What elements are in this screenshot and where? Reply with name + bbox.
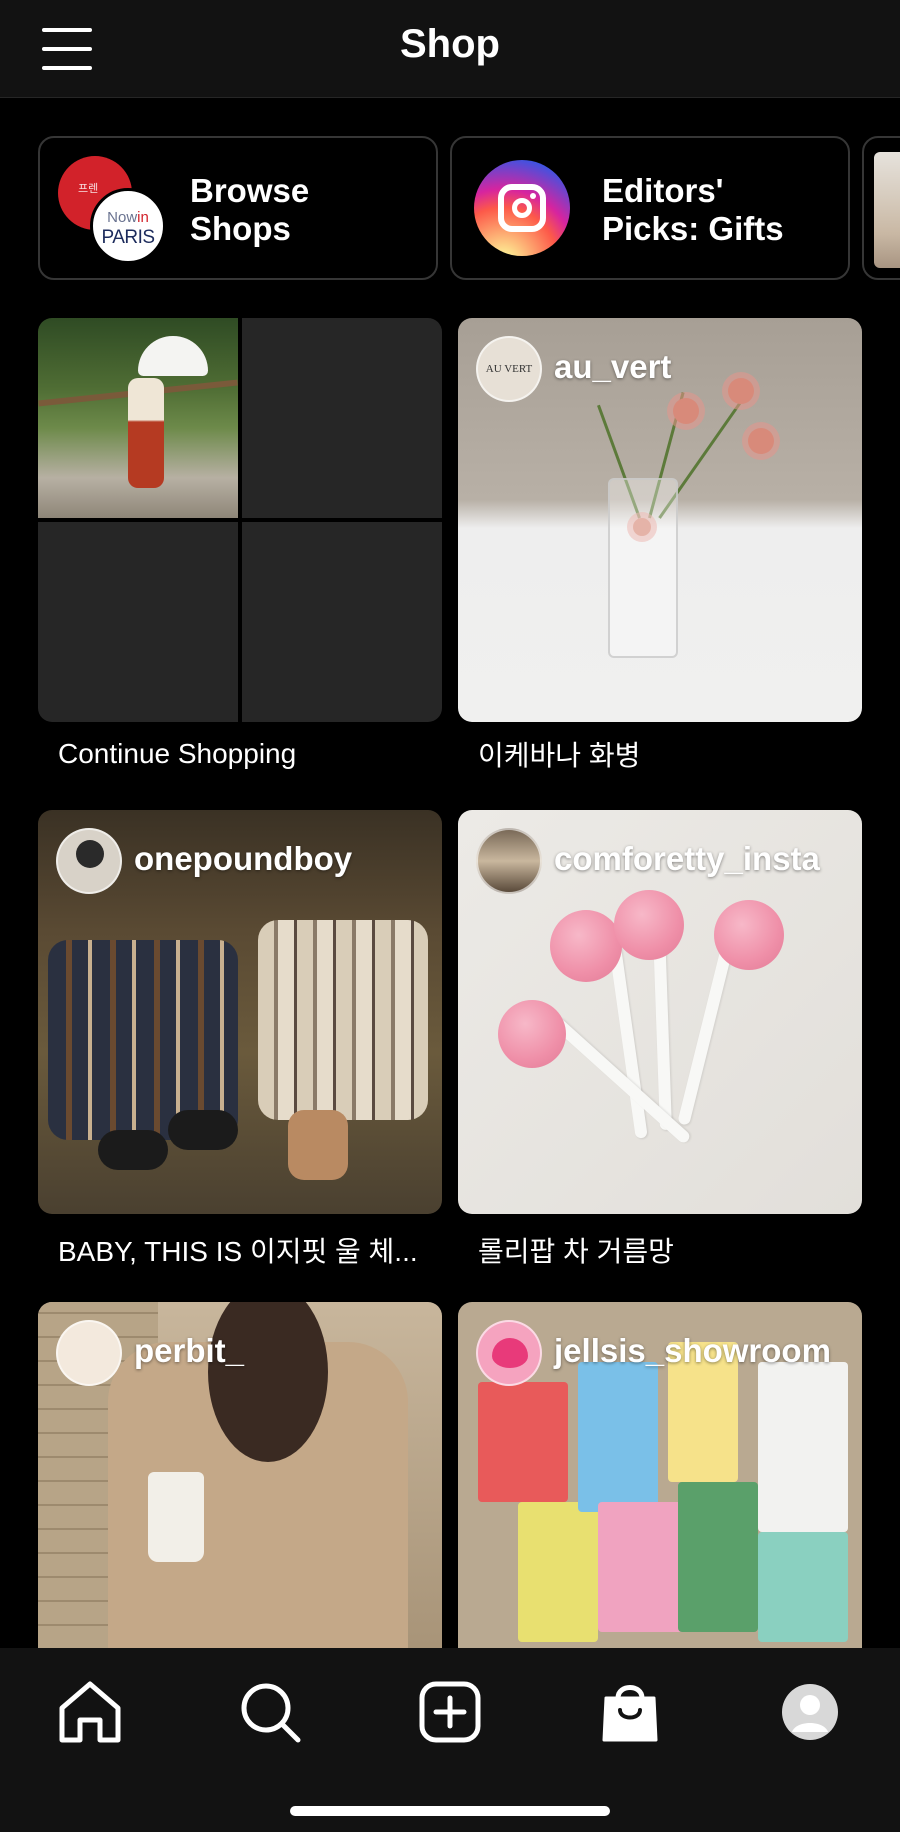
instagram-logo-icon: [474, 160, 570, 256]
perbit-avatar[interactable]: [56, 1320, 122, 1386]
product-tile-au-vert[interactable]: AU VERT au_vert: [458, 318, 862, 722]
page-title: Shop: [400, 22, 500, 66]
comforetty-username[interactable]: comforetty_insta: [554, 840, 820, 878]
onepoundboy-avatar[interactable]: [56, 828, 122, 894]
product-tile-onepoundboy[interactable]: onepoundboy: [38, 810, 442, 1214]
au-vert-avatar[interactable]: AU VERT: [476, 336, 542, 402]
jellsis-avatar[interactable]: [476, 1320, 542, 1386]
shop-card-thumbnail: [874, 152, 900, 268]
home-icon[interactable]: [50, 1672, 130, 1752]
browse-shops-card[interactable]: 프렌 Nowin PARIS Browse Shops: [38, 136, 438, 280]
editors-picks-label: Editors' Picks: Gifts: [602, 172, 784, 247]
editors-picks-card[interactable]: Editors' Picks: Gifts: [450, 136, 850, 280]
shop-cards-row: 프렌 Nowin PARIS Browse Shops Editors' Pic…: [38, 136, 900, 280]
home-indicator[interactable]: [290, 1806, 610, 1816]
comforetty-avatar[interactable]: [476, 828, 542, 894]
onepoundboy-username[interactable]: onepoundboy: [134, 840, 352, 878]
comforetty-caption[interactable]: 롤리팝 차 거름망: [478, 1230, 674, 1270]
shop-icon[interactable]: [590, 1672, 670, 1752]
now-in-paris-logo: Nowin PARIS: [90, 188, 166, 264]
bottom-navigation: [0, 1648, 900, 1832]
empty-slot: [242, 318, 442, 518]
browse-shops-label: Browse Shops: [190, 172, 310, 247]
partial-shop-card[interactable]: [862, 136, 900, 280]
top-bar: Shop: [0, 0, 900, 98]
jellsis-username[interactable]: jellsis_showroom: [554, 1332, 831, 1370]
recent-product-image: [38, 318, 238, 518]
empty-slot: [38, 522, 238, 722]
onepoundboy-caption[interactable]: BABY, THIS IS 이지핏 울 체...: [58, 1230, 428, 1270]
lollipop-image: [550, 910, 622, 982]
product-tile-jellsis[interactable]: jellsis_showroom: [458, 1302, 862, 1648]
search-icon[interactable]: [230, 1672, 310, 1752]
new-post-icon[interactable]: [410, 1672, 490, 1752]
au-vert-username[interactable]: au_vert: [554, 348, 671, 386]
au-vert-caption[interactable]: 이케바나 화병: [478, 734, 640, 774]
product-tile-perbit[interactable]: perbit_: [38, 1302, 442, 1648]
vase-image: [608, 478, 678, 658]
perbit-username[interactable]: perbit_: [134, 1332, 244, 1370]
profile-icon[interactable]: [770, 1672, 850, 1752]
empty-slot: [242, 522, 442, 722]
product-tile-comforetty[interactable]: comforetty_insta: [458, 810, 862, 1214]
continue-shopping-caption[interactable]: Continue Shopping: [58, 738, 296, 770]
continue-shopping-tile[interactable]: [38, 318, 442, 722]
